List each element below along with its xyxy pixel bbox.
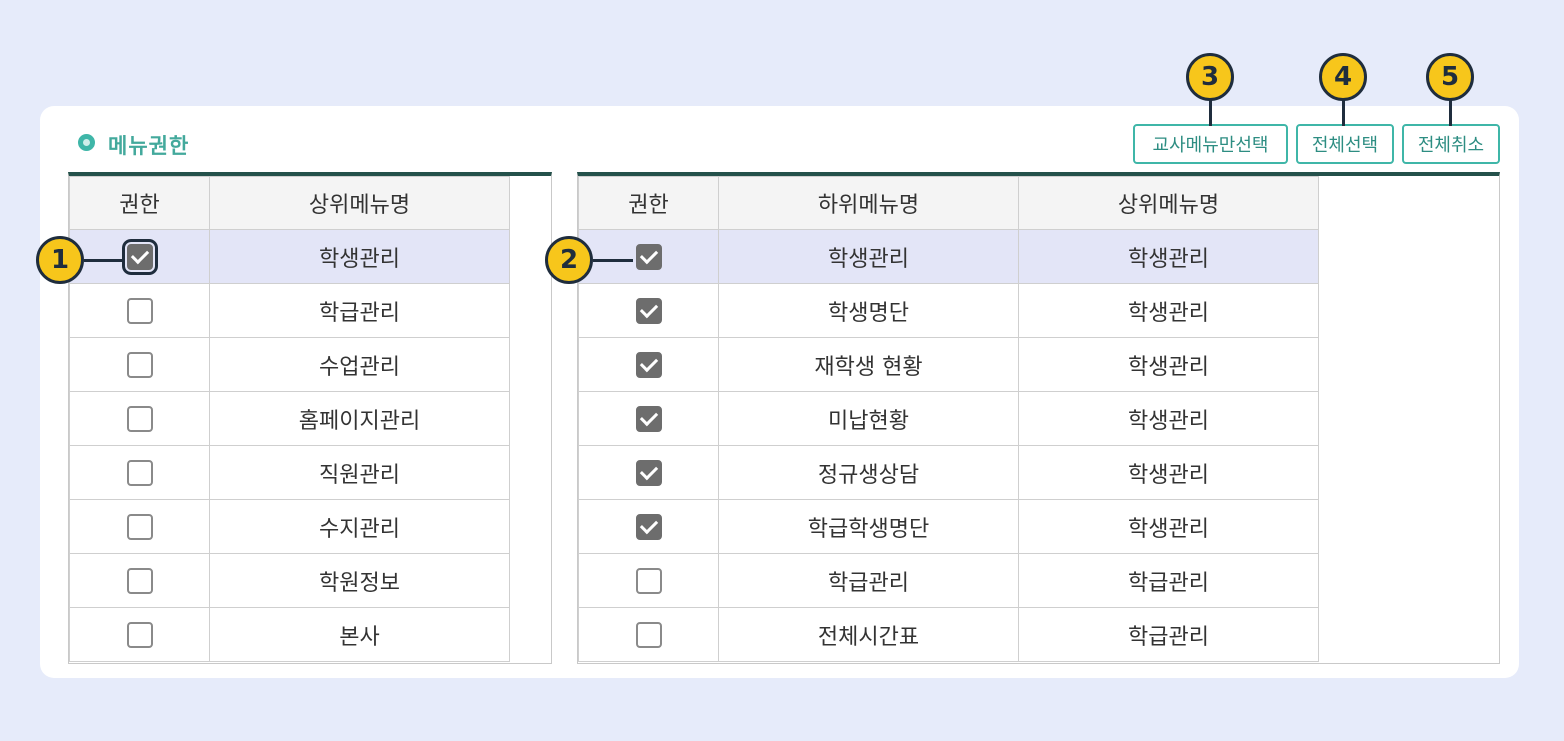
sub-menu-name-cell: 재학생 현황 <box>718 337 1019 392</box>
table-row[interactable]: 본사 <box>69 607 510 662</box>
parent-menu-name-cell: 학생관리 <box>1018 337 1319 392</box>
table-row[interactable]: 학생관리 학생관리 <box>578 229 1319 284</box>
permission-cell <box>69 553 210 608</box>
callout-line-3 <box>1209 100 1212 126</box>
sub-menu-name-cell: 학생명단 <box>718 283 1019 338</box>
permission-checkbox[interactable] <box>635 621 662 648</box>
callout-line-1 <box>84 259 122 262</box>
sub-menu-grid: 권한 하위메뉴명 상위메뉴명 학생관리 학생관리 학생명단 학생관리 재학생 현황 학생관… <box>577 172 1500 664</box>
permission-cell <box>578 607 719 662</box>
callout-marker-3: 3 <box>1186 53 1234 101</box>
table-row[interactable]: 수업관리 <box>69 337 510 392</box>
column-header-sub-menu: 하위메뉴명 <box>718 176 1019 230</box>
column-header-permission: 권한 <box>578 176 719 230</box>
sub-menu-name-cell: 정규생상담 <box>718 445 1019 500</box>
parent-menu-name-cell: 직원관리 <box>209 445 510 500</box>
parent-menu-name-cell: 학원정보 <box>209 553 510 608</box>
callout-marker-4: 4 <box>1319 53 1367 101</box>
permission-cell <box>69 607 210 662</box>
table-row[interactable]: 미납현황 학생관리 <box>578 391 1319 446</box>
permission-checkbox[interactable] <box>635 405 662 432</box>
parent-menu-name-cell: 학생관리 <box>1018 283 1319 338</box>
table-row[interactable]: 학급학생명단 학생관리 <box>578 499 1319 554</box>
callout-marker-2: 2 <box>545 236 593 284</box>
parent-menu-table: 권한 상위메뉴명 학생관리 학급관리 수업관리 홈페이지관리 직원관리 수지관리 학원정보 본… <box>69 176 510 662</box>
permission-checkbox[interactable] <box>121 238 158 275</box>
callout-line-4 <box>1342 100 1345 126</box>
title-bullet-icon <box>78 133 95 151</box>
permission-checkbox[interactable] <box>126 567 153 594</box>
table-row[interactable]: 학생관리 <box>69 229 510 284</box>
permission-checkbox[interactable] <box>635 243 662 270</box>
parent-menu-name-cell: 본사 <box>209 607 510 662</box>
permission-cell <box>578 499 719 554</box>
permission-cell <box>69 391 210 446</box>
sub-menu-name-cell: 학생관리 <box>718 229 1019 284</box>
sub-menu-name-cell: 미납현황 <box>718 391 1019 446</box>
cancel-all-button[interactable]: 전체취소 <box>1402 124 1500 164</box>
permission-checkbox[interactable] <box>126 459 153 486</box>
permission-cell <box>578 229 719 284</box>
permission-checkbox[interactable] <box>126 351 153 378</box>
table-row[interactable]: 홈페이지관리 <box>69 391 510 446</box>
permission-checkbox[interactable] <box>126 297 153 324</box>
section-title: 메뉴권한 <box>78 130 189 160</box>
callout-marker-1: 1 <box>36 236 84 284</box>
table-row[interactable]: 학급관리 학급관리 <box>578 553 1319 608</box>
permission-checkbox[interactable] <box>635 459 662 486</box>
permission-cell <box>578 283 719 338</box>
column-header-permission: 권한 <box>69 176 210 230</box>
callout-marker-5: 5 <box>1426 53 1474 101</box>
table-row[interactable]: 학급관리 <box>69 283 510 338</box>
callout-line-5 <box>1449 100 1452 126</box>
table-row[interactable]: 재학생 현황 학생관리 <box>578 337 1319 392</box>
permission-cell <box>69 337 210 392</box>
parent-menu-name-cell: 학생관리 <box>1018 445 1319 500</box>
permission-cell <box>578 445 719 500</box>
permission-cell <box>578 337 719 392</box>
sub-menu-name-cell: 학급관리 <box>718 553 1019 608</box>
permission-checkbox[interactable] <box>635 567 662 594</box>
table-header-row: 권한 하위메뉴명 상위메뉴명 <box>578 176 1319 230</box>
permission-checkbox[interactable] <box>635 297 662 324</box>
permission-checkbox[interactable] <box>635 351 662 378</box>
parent-menu-name-cell: 홈페이지관리 <box>209 391 510 446</box>
table-row[interactable]: 학원정보 <box>69 553 510 608</box>
parent-menu-grid: 권한 상위메뉴명 학생관리 학급관리 수업관리 홈페이지관리 직원관리 수지관리 학원정보 본… <box>68 172 552 664</box>
section-title-text: 메뉴권한 <box>108 134 190 158</box>
table-row[interactable]: 학생명단 학생관리 <box>578 283 1319 338</box>
parent-menu-name-cell: 학생관리 <box>1018 499 1319 554</box>
table-row[interactable]: 수지관리 <box>69 499 510 554</box>
parent-menu-name-cell: 수업관리 <box>209 337 510 392</box>
parent-menu-name-cell: 학생관리 <box>209 229 510 284</box>
permission-cell <box>578 553 719 608</box>
parent-menu-name-cell: 학급관리 <box>1018 553 1319 608</box>
permission-checkbox[interactable] <box>126 405 153 432</box>
callout-line-2 <box>593 259 633 262</box>
table-row[interactable]: 직원관리 <box>69 445 510 500</box>
parent-menu-name-cell: 수지관리 <box>209 499 510 554</box>
permission-cell <box>69 229 210 284</box>
column-header-parent-menu: 상위메뉴명 <box>209 176 510 230</box>
table-header-row: 권한 상위메뉴명 <box>69 176 510 230</box>
parent-menu-name-cell: 학생관리 <box>1018 229 1319 284</box>
permission-cell <box>578 391 719 446</box>
parent-menu-name-cell: 학급관리 <box>209 283 510 338</box>
permission-cell <box>69 445 210 500</box>
sub-menu-table: 권한 하위메뉴명 상위메뉴명 학생관리 학생관리 학생명단 학생관리 재학생 현황 학생관… <box>578 176 1319 662</box>
table-row[interactable]: 정규생상담 학생관리 <box>578 445 1319 500</box>
parent-menu-name-cell: 학급관리 <box>1018 607 1319 662</box>
select-all-button[interactable]: 전체선택 <box>1296 124 1394 164</box>
column-header-parent-menu: 상위메뉴명 <box>1018 176 1319 230</box>
table-row[interactable]: 전체시간표 학급관리 <box>578 607 1319 662</box>
sub-menu-name-cell: 전체시간표 <box>718 607 1019 662</box>
sub-menu-name-cell: 학급학생명단 <box>718 499 1019 554</box>
permission-cell <box>69 499 210 554</box>
permission-checkbox[interactable] <box>635 513 662 540</box>
permission-checkbox[interactable] <box>126 621 153 648</box>
teacher-menu-only-button[interactable]: 교사메뉴만선택 <box>1133 124 1288 164</box>
parent-menu-name-cell: 학생관리 <box>1018 391 1319 446</box>
permission-cell <box>69 283 210 338</box>
permission-checkbox[interactable] <box>126 513 153 540</box>
